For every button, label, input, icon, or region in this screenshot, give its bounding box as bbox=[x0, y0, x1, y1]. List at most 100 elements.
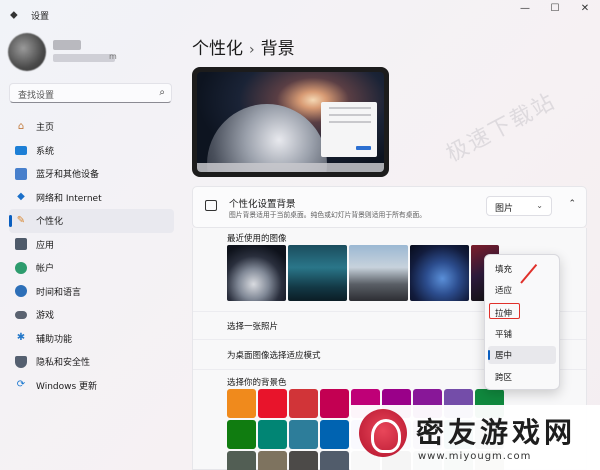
color-swatch[interactable] bbox=[289, 389, 318, 418]
window-title: 设置 bbox=[31, 12, 50, 22]
sidebar-item-label: 主页 bbox=[36, 123, 55, 134]
image-icon bbox=[205, 200, 217, 211]
fit-option-tile[interactable]: 平铺 bbox=[488, 325, 556, 343]
preview-planet bbox=[207, 104, 327, 172]
color-swatch[interactable] bbox=[289, 420, 318, 449]
menu-item-label: 居中 bbox=[495, 351, 513, 361]
menu-item-label: 适应 bbox=[495, 286, 513, 296]
fit-mode-menu: 填充 适应 拉伸 平铺 居中 跨区 bbox=[484, 254, 560, 390]
back-arrow-icon[interactable]: ⬥ bbox=[10, 8, 18, 22]
sidebar-nav: ⌂ 主页 系统 蓝牙和其他设备 ◆ 网络和 Internet ✎ 个性化 应用 … bbox=[9, 115, 174, 397]
sidebar-item-label: 时间和语言 bbox=[36, 287, 82, 298]
sidebar-item-windows-update[interactable]: ⟳ Windows 更新 bbox=[9, 374, 174, 398]
recent-image-thumbnail[interactable] bbox=[227, 245, 286, 301]
maximize-button[interactable]: ☐ bbox=[540, 0, 570, 20]
sidebar-item-label: 蓝牙和其他设备 bbox=[36, 170, 100, 181]
recent-image-thumbnail[interactable] bbox=[410, 245, 469, 301]
sidebar-item-label: 游戏 bbox=[36, 311, 55, 322]
background-color-label: 选择你的背景色 bbox=[227, 378, 287, 388]
recent-image-thumbnail[interactable] bbox=[349, 245, 408, 301]
update-icon: ⟳ bbox=[16, 379, 26, 391]
sidebar-item-gaming[interactable]: 游戏 bbox=[9, 303, 174, 327]
menu-item-label: 平铺 bbox=[495, 330, 513, 340]
sidebar-item-bluetooth[interactable]: 蓝牙和其他设备 bbox=[9, 162, 174, 186]
sidebar-item-label: 系统 bbox=[36, 146, 55, 157]
color-swatch[interactable] bbox=[258, 389, 287, 418]
breadcrumb-separator-icon: › bbox=[249, 42, 255, 58]
background-type-dropdown[interactable]: 图片 ⌄ bbox=[486, 196, 552, 216]
sidebar-item-accounts[interactable]: 帐户 bbox=[9, 256, 174, 280]
dropdown-value: 图片 bbox=[495, 204, 514, 214]
sidebar-item-privacy[interactable]: 隐私和安全性 bbox=[9, 350, 174, 374]
brush-icon: ✎ bbox=[16, 214, 26, 226]
sidebar-item-personalization[interactable]: ✎ 个性化 bbox=[9, 209, 174, 233]
fit-option-center[interactable]: 居中 bbox=[488, 346, 556, 364]
sidebar-item-label: Windows 更新 bbox=[36, 381, 98, 392]
color-swatch[interactable] bbox=[320, 420, 349, 449]
menu-item-label: 填充 bbox=[495, 265, 513, 275]
preview-wallpaper-image bbox=[197, 72, 384, 172]
shield-icon bbox=[15, 355, 27, 368]
fit-option-fit[interactable]: 适应 bbox=[488, 281, 556, 299]
chevron-down-icon: ⌄ bbox=[536, 201, 543, 210]
card-title: 个性化设置背景 bbox=[229, 199, 296, 210]
choose-photo-label: 选择一张照片 bbox=[227, 322, 279, 332]
sidebar-item-time-language[interactable]: 时间和语言 bbox=[9, 280, 174, 304]
color-swatch[interactable] bbox=[289, 451, 318, 470]
window-controls: — ☐ ✕ bbox=[510, 0, 600, 20]
sidebar-item-label: 应用 bbox=[36, 240, 55, 251]
close-button[interactable]: ✕ bbox=[570, 0, 600, 20]
breadcrumb-parent[interactable]: 个性化 bbox=[192, 39, 243, 59]
color-swatch[interactable] bbox=[258, 451, 287, 470]
chevron-up-icon[interactable]: ⌃ bbox=[568, 199, 576, 209]
sidebar-item-label: 个性化 bbox=[36, 217, 64, 228]
accessibility-icon: ✱ bbox=[16, 332, 26, 344]
avatar[interactable] bbox=[8, 33, 46, 71]
fit-option-span[interactable]: 跨区 bbox=[488, 368, 556, 386]
card-description: 图片背景适用于当前桌面。纯色或幻灯片背景则适用于所有桌面。 bbox=[229, 211, 427, 219]
search-input[interactable]: 查找设置 ⌕ bbox=[9, 83, 172, 103]
page-title: 背景 bbox=[260, 39, 295, 59]
site-logo-url: www.miyougm.com bbox=[418, 451, 532, 462]
account-icon bbox=[15, 261, 27, 274]
minimize-button[interactable]: — bbox=[510, 0, 540, 20]
profile-email-suffix: m bbox=[109, 52, 117, 61]
color-swatch[interactable] bbox=[320, 451, 349, 470]
sidebar-item-accessibility[interactable]: ✱ 辅助功能 bbox=[9, 327, 174, 351]
color-swatch[interactable] bbox=[227, 420, 256, 449]
site-logo-name: 密友游戏网 bbox=[416, 416, 577, 449]
profile-email-blurred bbox=[53, 54, 115, 62]
recent-image-thumbnail[interactable] bbox=[288, 245, 347, 301]
sidebar-item-label: 网络和 Internet bbox=[36, 193, 102, 204]
breadcrumb: 个性化 › 背景 bbox=[192, 34, 295, 59]
network-icon: ◆ bbox=[17, 191, 25, 203]
sidebar-item-label: 辅助功能 bbox=[36, 334, 73, 345]
color-swatch[interactable] bbox=[227, 451, 256, 470]
sidebar-item-home[interactable]: ⌂ 主页 bbox=[9, 115, 174, 139]
site-logo-icon bbox=[359, 409, 407, 457]
sidebar-item-label: 隐私和安全性 bbox=[36, 358, 91, 369]
color-swatch[interactable] bbox=[227, 389, 256, 418]
sidebar-item-network[interactable]: ◆ 网络和 Internet bbox=[9, 186, 174, 210]
system-icon bbox=[15, 145, 27, 155]
home-icon: ⌂ bbox=[17, 120, 25, 132]
color-swatch[interactable] bbox=[258, 420, 287, 449]
preview-window bbox=[321, 102, 377, 157]
search-icon[interactable]: ⌕ bbox=[159, 87, 165, 98]
profile-name-blurred bbox=[53, 40, 81, 50]
gaming-icon bbox=[15, 310, 27, 319]
sidebar-item-label: 帐户 bbox=[36, 264, 55, 275]
apps-icon bbox=[15, 238, 27, 251]
desktop-preview bbox=[192, 67, 389, 177]
color-swatch[interactable] bbox=[320, 389, 349, 418]
site-logo-banner: 密友游戏网 www.miyougm.com bbox=[350, 405, 600, 470]
sidebar-item-apps[interactable]: 应用 bbox=[9, 233, 174, 257]
fit-option-fill[interactable]: 填充 bbox=[488, 260, 556, 278]
time-language-icon bbox=[15, 285, 27, 298]
menu-item-label: 跨区 bbox=[495, 373, 513, 383]
background-setting-card[interactable]: 个性化设置背景 图片背景适用于当前桌面。纯色或幻灯片背景则适用于所有桌面。 图片… bbox=[192, 186, 587, 228]
sidebar-item-system[interactable]: 系统 bbox=[9, 139, 174, 163]
highlight-box bbox=[489, 303, 520, 319]
recent-images-list bbox=[227, 245, 499, 301]
bluetooth-icon bbox=[15, 167, 27, 180]
